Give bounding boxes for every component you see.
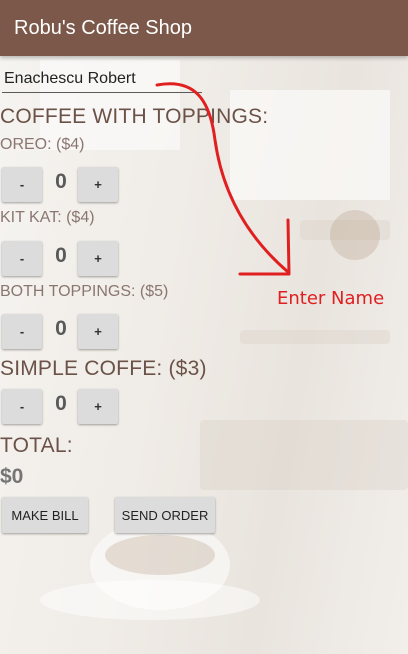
annotation-arrow: [155, 82, 291, 276]
annotation-label: Enter Name: [277, 288, 385, 309]
